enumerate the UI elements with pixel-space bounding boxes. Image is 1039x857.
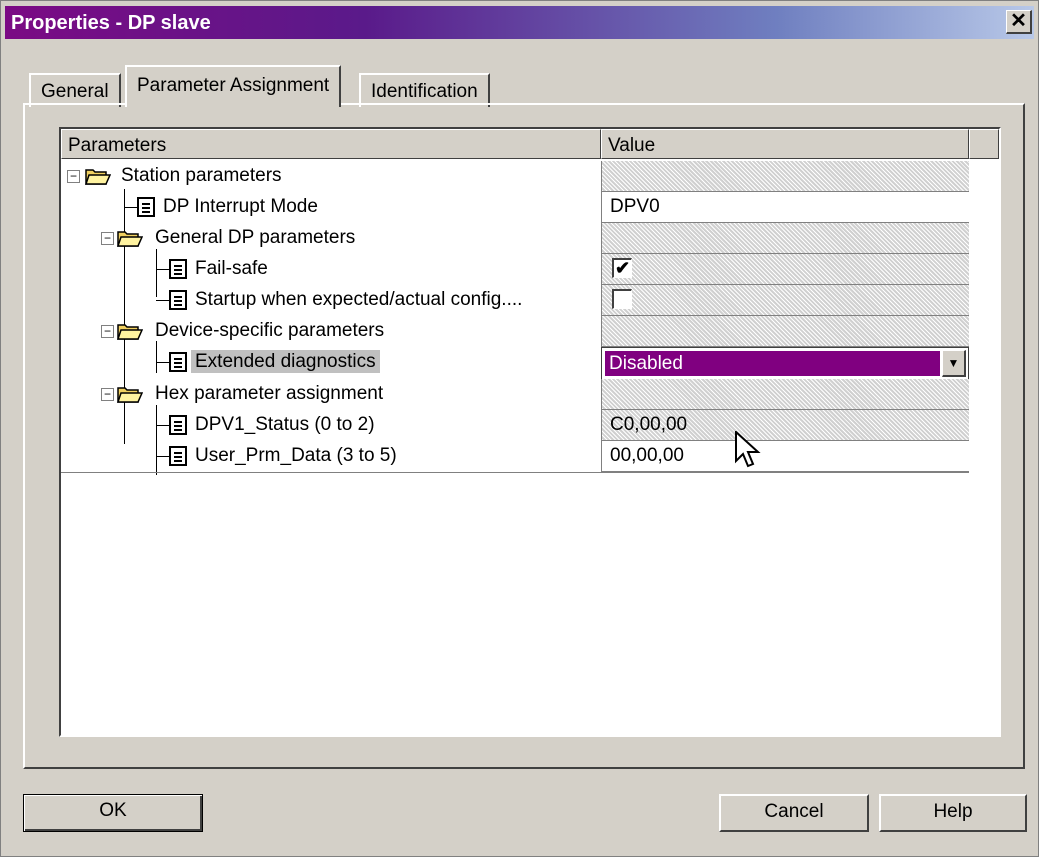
open-folder-icon — [85, 169, 111, 185]
value-cell[interactable]: C0,00,00 — [601, 410, 969, 441]
startup-checkbox[interactable] — [612, 289, 632, 309]
table-row[interactable]: Extended diagnostics Disabled ▼ — [61, 347, 999, 380]
fail-safe-checkbox[interactable]: ✔ — [612, 258, 632, 278]
table-row[interactable]: − Station parameters — [61, 161, 999, 192]
row-label: Device-specific parameters — [155, 320, 385, 341]
parameter-doc-icon — [169, 290, 187, 310]
tree-line — [156, 362, 170, 363]
table-row[interactable]: DPV1_Status (0 to 2) C0,00,00 — [61, 410, 999, 441]
parameter-doc-icon — [137, 197, 155, 217]
properties-dialog: Properties - DP slave ✕ General Paramete… — [0, 0, 1039, 857]
parameter-assignment-panel: Parameters Value − Station parameters DP… — [23, 103, 1025, 769]
value-text: C0,00,00 — [610, 414, 688, 435]
mouse-pointer-icon — [735, 431, 761, 468]
row-label: User_Prm_Data (3 to 5) — [195, 445, 397, 466]
value-text: 00,00,00 — [610, 445, 684, 466]
value-cell — [601, 161, 969, 192]
column-header-filler — [969, 129, 999, 159]
collapse-icon[interactable]: − — [101, 325, 114, 338]
ok-button[interactable]: OK — [23, 794, 203, 832]
column-header-value-label: Value — [608, 135, 656, 156]
title-bar[interactable]: Properties - DP slave ✕ — [5, 6, 1034, 39]
collapse-icon[interactable]: − — [101, 388, 114, 401]
table-row[interactable]: Fail-safe ✔ — [61, 254, 999, 285]
help-button[interactable]: Help — [879, 794, 1027, 832]
value-cell — [601, 285, 969, 316]
value-cell — [601, 223, 969, 254]
row-label: Extended diagnostics — [191, 350, 380, 373]
table-row[interactable]: − Device-specific parameters — [61, 316, 999, 347]
parameters-grid[interactable]: Parameters Value − Station parameters DP… — [59, 127, 1001, 737]
window-title: Properties - DP slave — [11, 12, 211, 34]
parameter-doc-icon — [169, 259, 187, 279]
table-row[interactable]: User_Prm_Data (3 to 5) 00,00,00 — [61, 441, 999, 472]
cancel-button[interactable]: Cancel — [719, 794, 869, 832]
parameter-doc-icon — [169, 446, 187, 466]
value-cell[interactable]: DPV0 — [601, 192, 969, 223]
tree-line — [156, 269, 170, 270]
ok-button-label: OK — [99, 800, 127, 821]
close-icon: ✕ — [1010, 10, 1027, 32]
dropdown-arrow-icon[interactable]: ▼ — [942, 350, 966, 377]
tree-line — [156, 300, 170, 301]
open-folder-icon — [117, 324, 143, 340]
open-folder-icon — [117, 387, 143, 403]
open-folder-icon — [117, 231, 143, 247]
help-button-label: Help — [933, 801, 973, 822]
row-label: DP Interrupt Mode — [163, 196, 318, 217]
value-cell — [601, 316, 969, 347]
value-text: DPV0 — [610, 196, 660, 217]
tab-identification-label: Identification — [371, 81, 478, 102]
row-label: Startup when expected/actual config.... — [195, 289, 523, 310]
tab-general-label: General — [41, 81, 109, 102]
value-cell — [601, 379, 969, 410]
row-label: Fail-safe — [195, 258, 268, 279]
close-button[interactable]: ✕ — [1006, 10, 1032, 34]
grid-bottom-line — [61, 472, 969, 473]
tab-parameter-assignment-label: Parameter Assignment — [137, 75, 330, 96]
parameter-doc-icon — [169, 415, 187, 435]
row-label: Hex parameter assignment — [155, 383, 384, 404]
value-cell[interactable]: 00,00,00 — [601, 441, 969, 472]
tab-parameter-assignment[interactable]: Parameter Assignment — [125, 65, 342, 107]
table-row[interactable]: Startup when expected/actual config.... — [61, 285, 999, 316]
parameter-doc-icon — [169, 352, 187, 372]
tree-line — [156, 456, 170, 457]
dropdown-selected-value: Disabled — [605, 351, 940, 376]
table-row[interactable]: − General DP parameters — [61, 223, 999, 254]
extended-diagnostics-dropdown[interactable]: Disabled ▼ — [601, 347, 969, 380]
tab-identification[interactable]: Identification — [359, 73, 490, 107]
tree-line — [124, 207, 138, 208]
row-label: DPV1_Status (0 to 2) — [195, 414, 375, 435]
table-row[interactable]: DP Interrupt Mode DPV0 — [61, 192, 999, 223]
table-row[interactable]: − Hex parameter assignment — [61, 379, 999, 410]
value-cell: ✔ — [601, 254, 969, 285]
tab-general[interactable]: General — [29, 73, 121, 107]
collapse-icon[interactable]: − — [67, 170, 80, 183]
tree-line — [156, 425, 170, 426]
column-header-value[interactable]: Value — [601, 129, 969, 159]
row-label: Station parameters — [121, 165, 282, 186]
collapse-icon[interactable]: − — [101, 232, 114, 245]
row-label: General DP parameters — [155, 227, 356, 248]
cancel-button-label: Cancel — [764, 801, 824, 822]
